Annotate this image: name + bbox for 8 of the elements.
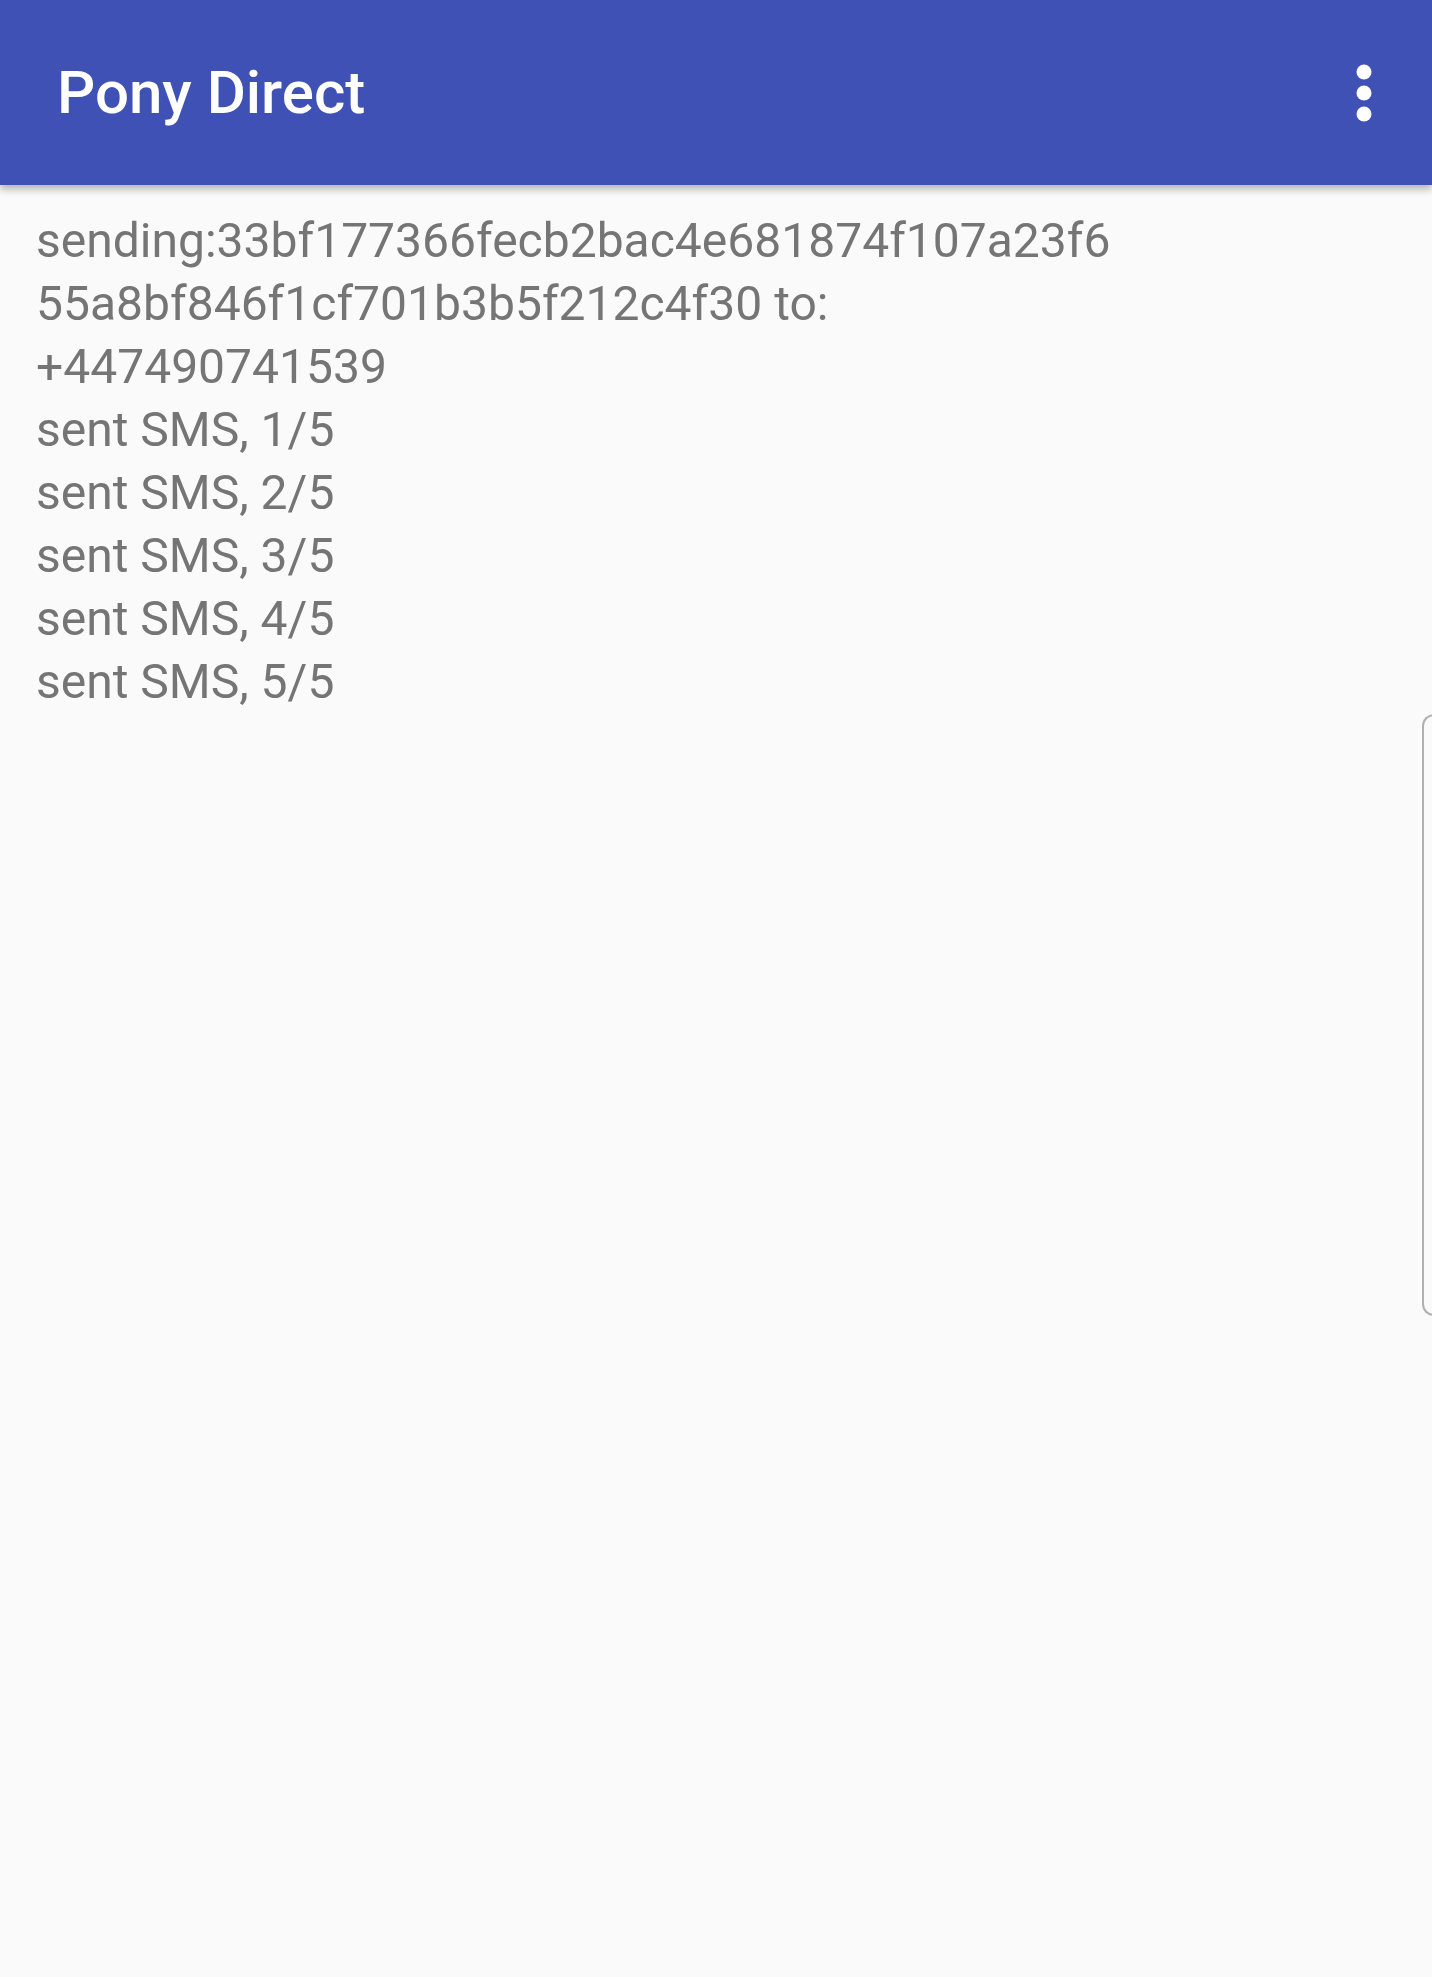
log-line: sent SMS, 1/5: [36, 400, 336, 460]
app-title: Pony Direct: [57, 55, 366, 130]
menu-icon: [1356, 63, 1372, 122]
log-line: sent SMS, 4/5: [36, 589, 336, 649]
log-line: sent SMS, 2/5: [36, 463, 336, 523]
edge-panel-handle[interactable]: [1422, 714, 1432, 1316]
log-line: sent SMS, 5/5: [36, 652, 336, 712]
log-line: sent SMS, 3/5: [36, 526, 336, 586]
